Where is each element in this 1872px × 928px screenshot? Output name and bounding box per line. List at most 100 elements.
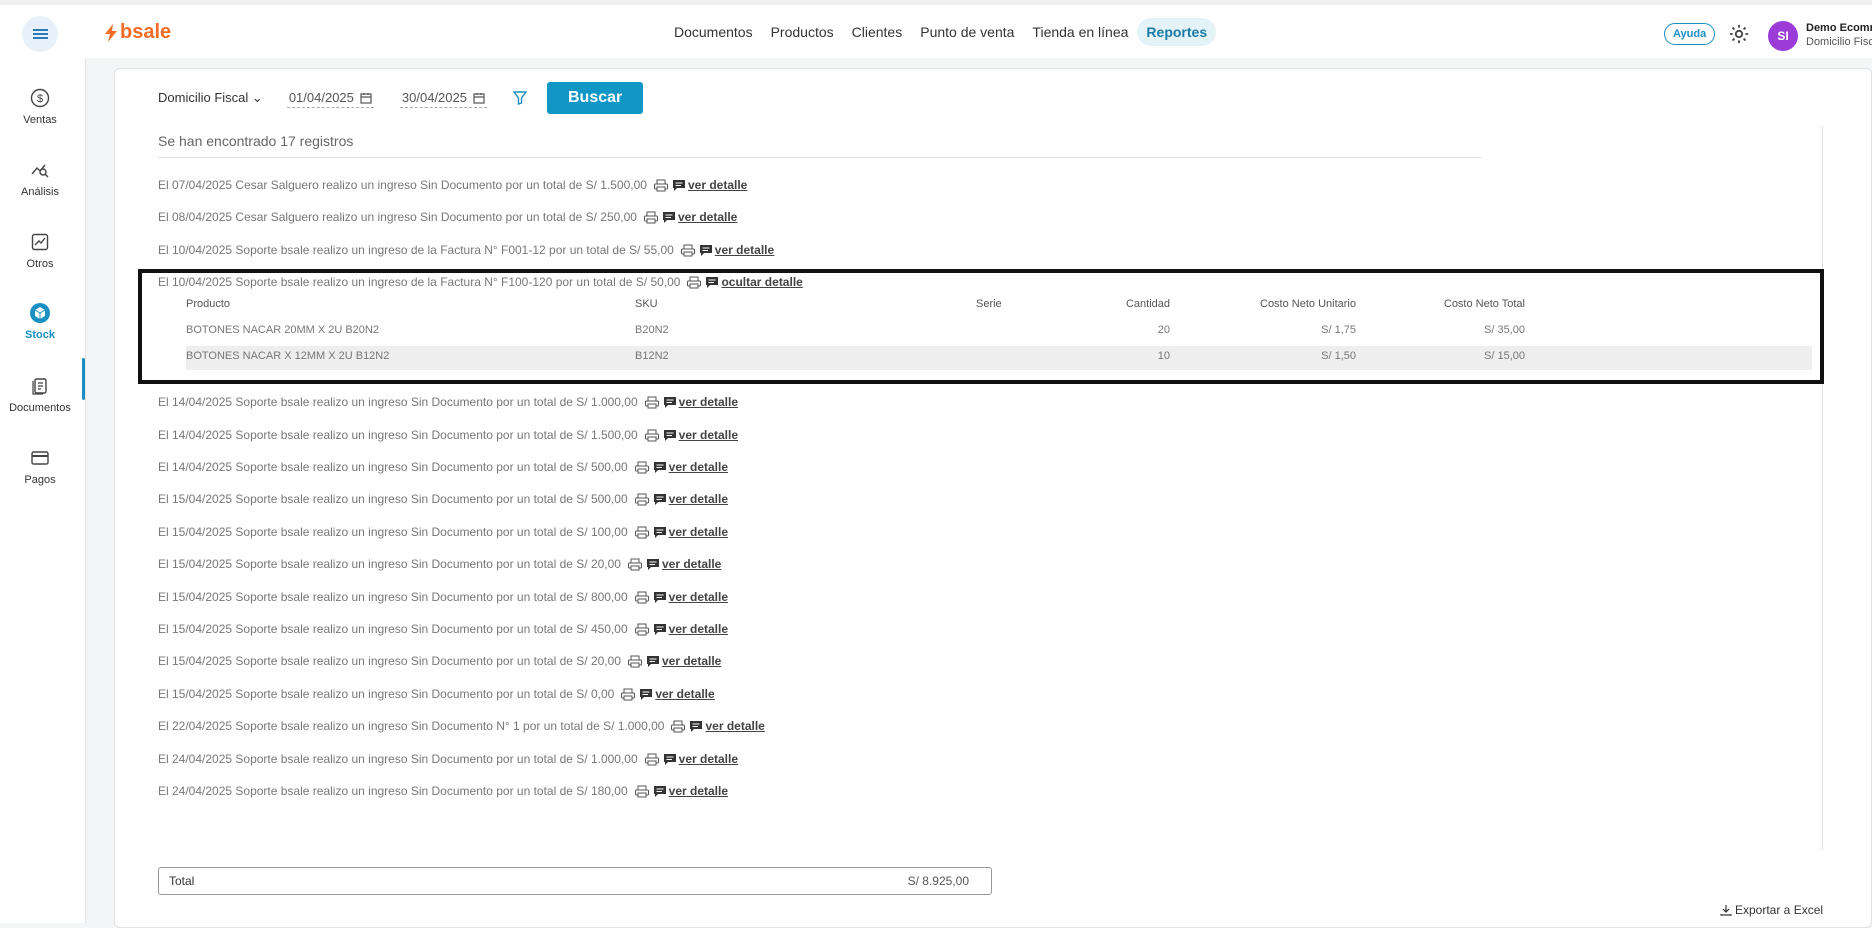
comment-icon[interactable] (653, 461, 667, 474)
print-icon[interactable] (653, 179, 669, 192)
domicilio-select[interactable]: Domicilio Fiscal ⌄ (158, 90, 263, 106)
detail-link[interactable]: ver detalle (662, 654, 721, 668)
comment-icon[interactable] (689, 720, 703, 733)
date-from-field[interactable]: 01/04/2025 (286, 88, 374, 108)
record-row: El 07/04/2025 Cesar Salguero realizo un … (158, 178, 747, 192)
sidebar-item-documentos[interactable]: Documentos (0, 376, 80, 414)
record-row: El 15/04/2025 Soporte bsale realizo un i… (158, 492, 728, 506)
record-text: El 15/04/2025 Soporte bsale realizo un i… (158, 525, 628, 539)
export-excel-button[interactable]: Exportar a Excel (1720, 903, 1823, 917)
table-header-col-producto: Producto (186, 298, 231, 310)
table-cell-col-costo-unitario: S/ 1,50 (1321, 350, 1356, 362)
print-icon[interactable] (644, 429, 660, 442)
print-icon[interactable] (643, 211, 659, 224)
print-icon[interactable] (620, 688, 636, 701)
detail-link[interactable]: ver detalle (679, 395, 738, 409)
comment-icon[interactable] (646, 558, 660, 571)
record-text: El 15/04/2025 Soporte bsale realizo un i… (158, 687, 615, 701)
comment-icon[interactable] (653, 623, 667, 636)
gear-icon[interactable] (1728, 23, 1750, 45)
comment-icon[interactable] (639, 688, 653, 701)
detail-link[interactable]: ver detalle (669, 784, 728, 798)
avatar[interactable]: SI (1768, 21, 1798, 51)
comment-icon[interactable] (663, 429, 677, 442)
dollar-icon: $ (30, 88, 50, 108)
detail-link[interactable]: ver detalle (678, 210, 737, 224)
filter-icon[interactable] (512, 91, 527, 105)
nav-tienda-en-linea[interactable]: Tienda en línea (1023, 18, 1137, 46)
menu-icon[interactable] (22, 16, 58, 52)
detail-link[interactable]: ver detalle (688, 178, 747, 192)
download-icon (1720, 905, 1732, 916)
print-icon[interactable] (634, 526, 650, 539)
table-header-col-costo-unitario: Costo Neto Unitario (1260, 298, 1356, 310)
print-icon[interactable] (670, 720, 686, 733)
total-label: Total (169, 874, 195, 888)
print-icon[interactable] (644, 753, 660, 766)
detail-link[interactable]: ver detalle (662, 557, 721, 571)
sidebar-item-label: Otros (26, 258, 54, 270)
detail-link[interactable]: ver detalle (669, 622, 728, 636)
nav-clientes[interactable]: Clientes (843, 18, 912, 46)
detail-link[interactable]: ver detalle (669, 525, 728, 539)
print-icon[interactable] (634, 623, 650, 636)
detail-link[interactable]: ver detalle (705, 719, 764, 733)
bsale-logo[interactable]: bsale (104, 21, 171, 44)
table-cell-col-costo-total: S/ 15,00 (1484, 350, 1525, 362)
comment-icon[interactable] (653, 493, 667, 506)
print-icon[interactable] (634, 461, 650, 474)
record-row: El 14/04/2025 Soporte bsale realizo un i… (158, 428, 738, 442)
detail-link[interactable]: ver detalle (669, 590, 728, 604)
record-row: El 24/04/2025 Soporte bsale realizo un i… (158, 752, 738, 766)
nav-productos[interactable]: Productos (762, 18, 843, 46)
comment-icon[interactable] (662, 211, 676, 224)
user-info[interactable]: Demo Ecomm Domicilio Fisc (1806, 21, 1872, 49)
sidebar-item-label: Stock (25, 329, 55, 341)
detail-link[interactable]: ver detalle (679, 428, 738, 442)
table-cell-col-producto: BOTONES NACAR 20MM X 2U B20N2 (186, 324, 379, 336)
nav-punto-de-venta[interactable]: Punto de venta (911, 18, 1023, 46)
sidebar-item-label: Pagos (24, 474, 56, 486)
print-icon[interactable] (634, 785, 650, 798)
date-to-field[interactable]: 30/04/2025 (399, 88, 487, 108)
print-icon[interactable] (634, 493, 650, 506)
nav-documentos[interactable]: Documentos (665, 18, 762, 46)
record-row: El 15/04/2025 Soporte bsale realizo un i… (158, 590, 728, 604)
sidebar-item-analisis[interactable]: Análisis (0, 160, 80, 198)
comment-icon[interactable] (653, 526, 667, 539)
print-icon[interactable] (634, 591, 650, 604)
table-cell-col-costo-unitario: S/ 1,75 (1321, 324, 1356, 336)
print-icon[interactable] (627, 655, 643, 668)
sidebar-item-pagos[interactable]: Pagos (0, 448, 80, 486)
detail-link[interactable]: ver detalle (669, 492, 728, 506)
print-icon[interactable] (680, 244, 696, 257)
detail-link[interactable]: ver detalle (679, 752, 738, 766)
comment-icon[interactable] (672, 179, 686, 192)
comment-icon[interactable] (653, 785, 667, 798)
search-button[interactable]: Buscar (546, 82, 644, 114)
comment-icon[interactable] (663, 396, 677, 409)
sidebar-item-ventas[interactable]: $ Ventas (0, 88, 80, 126)
comment-icon[interactable] (663, 753, 677, 766)
print-icon[interactable] (644, 396, 660, 409)
print-icon[interactable] (627, 558, 643, 571)
detail-link[interactable]: ver detalle (715, 243, 774, 257)
table-cell-col-cantidad: 20 (1157, 324, 1170, 336)
help-button[interactable]: Ayuda (1664, 23, 1716, 45)
record-text: El 15/04/2025 Soporte bsale realizo un i… (158, 557, 621, 571)
main-nav: Documentos Productos Clientes Punto de v… (665, 18, 1217, 46)
sidebar-item-stock[interactable]: Stock (0, 303, 80, 341)
chevron-down-icon: ⌄ (251, 90, 263, 105)
table-cell-col-sku: B12N2 (635, 350, 669, 362)
sidebar-item-otros[interactable]: Otros (0, 232, 80, 270)
record-text: El 24/04/2025 Soporte bsale realizo un i… (158, 784, 628, 798)
record-text: El 10/04/2025 Soporte bsale realizo un i… (158, 243, 674, 257)
comment-icon[interactable] (699, 244, 713, 257)
detail-link[interactable]: ver detalle (669, 460, 728, 474)
detail-link[interactable]: ver detalle (655, 687, 714, 701)
comment-icon[interactable] (653, 591, 667, 604)
date-from-value: 01/04/2025 (288, 90, 354, 105)
comment-icon[interactable] (646, 655, 660, 668)
nav-reportes[interactable]: Reportes (1137, 18, 1217, 46)
user-name: Demo Ecomm (1806, 22, 1872, 34)
